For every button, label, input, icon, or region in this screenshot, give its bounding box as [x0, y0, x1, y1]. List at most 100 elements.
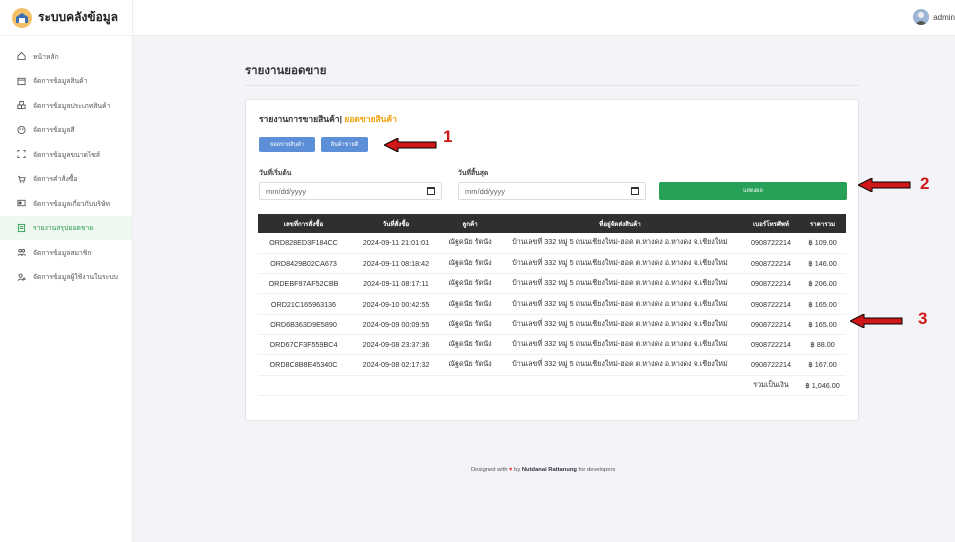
- user-menu[interactable]: admin: [913, 9, 955, 25]
- order-id-cell: ORD21C16596313​6: [270, 299, 337, 309]
- table-row: ORD21C16596313​6 2024-09-10 00:42:55 ณัฐดน…: [258, 294, 846, 315]
- start-date-label: วันที่เริ่มต้น: [259, 170, 292, 177]
- col-phone: เบอร์โทรศัพท์: [753, 220, 789, 228]
- table-body: ORD828ED3F184CC 2024-09-11 21:01:01 ณัฐดนั…: [258, 233, 846, 396]
- sidebar-nav: หน้าหลักจัดการข้อมูลสินค้าจัดการข้อมูลปร…: [0, 36, 132, 289]
- customer-cell: ณัฐดนัย รัตนัง: [448, 237, 492, 247]
- order-id-cell: ORDEBF97AF52CBB: [268, 279, 339, 289]
- annotation-arrow-3: [850, 314, 903, 328]
- col-order-date: วันที่สั่งซื้อ: [382, 220, 410, 228]
- palette-icon: [17, 125, 26, 134]
- total-cell: ฿ 165.00: [808, 299, 837, 309]
- col-address: ที่อยู่จัดส่งสินค้า: [599, 220, 641, 228]
- sidebar-item-1[interactable]: จัดการข้อมูลสินค้า: [0, 69, 132, 94]
- footer-prefix: Designed with: [471, 467, 508, 473]
- sidebar-item-label: จัดการคำสั่งซื้อ: [33, 176, 78, 184]
- sidebar-item-6[interactable]: จัดการข้อมูลเกี่ยวกับบริษัท: [0, 191, 132, 216]
- customer-cell: ณัฐดนัย รัตนัง: [448, 359, 492, 369]
- cart-icon: [17, 174, 26, 183]
- company-icon: [17, 199, 26, 208]
- total-cell: ฿ 88.00: [810, 340, 835, 350]
- sidebar-item-8[interactable]: จัดการข้อมูลสมาชิก: [0, 240, 132, 265]
- annotation-number-1: 1: [443, 127, 453, 146]
- sidebar-item-4[interactable]: จัดการข้อมูลขนาดไซส์: [0, 142, 132, 167]
- total-value: ฿ 1,046.00: [805, 380, 840, 390]
- report-card: รายงานการขายสินค้า| ยอดขายสินค้า ยอดขายส…: [245, 99, 859, 421]
- order-date-cell: 2024-09-08 23:37:36: [362, 340, 430, 350]
- phone-cell: 0908722214: [751, 279, 791, 289]
- home-icon: [17, 52, 26, 61]
- address-cell: บ้านเลขที่ 332 หมู่ 5 ถนนเชียงใหม่-ฮอด ต…: [512, 237, 728, 247]
- sidebar-item-2[interactable]: จัดการข้อมูลประเภทสินค้า: [0, 93, 132, 118]
- order-date-cell: 2024-09-10 00:42:55: [362, 299, 430, 309]
- total-row: รวมเป็นเงิน ฿ 1,046.00: [258, 375, 846, 396]
- order-date-cell: 2024-09-11 08:18:42: [362, 258, 430, 268]
- calendar-icon[interactable]: [631, 187, 639, 195]
- sidebar-item-5[interactable]: จัดการคำสั่งซื้อ: [0, 167, 132, 192]
- footer-by: by: [514, 467, 521, 473]
- sidebar-item-0[interactable]: หน้าหลัก: [0, 44, 132, 69]
- annotation-arrow-2: [858, 178, 911, 192]
- total-cell: ฿ 206.00: [808, 279, 837, 289]
- members-icon: [17, 248, 26, 257]
- end-date-input[interactable]: mm/dd/yyyy: [458, 182, 646, 200]
- customer-cell: ณัฐดนัย รัตนัง: [448, 278, 492, 288]
- phone-cell: 0908722214: [751, 319, 791, 329]
- phone-cell: 0908722214: [751, 340, 791, 350]
- end-date-placeholder: mm/dd/yyyy: [465, 186, 506, 196]
- bestseller-button[interactable]: สินค้าขายดี: [321, 137, 368, 152]
- sales-report-button[interactable]: ยอดขายสินค้า: [259, 137, 315, 152]
- table-row: ORD8429B02CA673 2024-09-11 08:18:42 ณัฐดนั…: [258, 253, 846, 274]
- customer-cell: ณัฐดนัย รัตนัง: [448, 318, 492, 328]
- address-cell: บ้านเลขที่ 332 หมู่ 5 ถนนเชียงใหม่-ฮอด ต…: [512, 318, 728, 328]
- order-date-cell: 2024-09-08 02:17:32: [362, 360, 430, 370]
- total-label: รวมเป็นเงิน: [753, 379, 789, 389]
- order-id-cell: ORD6B363D9E5890: [270, 319, 337, 329]
- order-date-cell: 2024-09-09 00:09:55: [362, 319, 430, 329]
- annotation-number-3: 3: [918, 309, 928, 328]
- total-cell: ฿ 165.00: [808, 319, 837, 329]
- footer-author-link[interactable]: Nutdanai Rattanung: [522, 467, 577, 473]
- phone-cell: 0908722214: [751, 360, 791, 370]
- table-row: ORDEBF97AF52CBB 2024-09-11 08:17:11 ณัฐดนั…: [258, 274, 846, 294]
- start-date-input[interactable]: mm/dd/yyyy: [259, 182, 442, 200]
- phone-cell: 0908722214: [751, 258, 791, 268]
- order-id-cell: ORD828ED3F184CC: [269, 238, 338, 248]
- sidebar-item-label: จัดการข้อมูลขนาดไซส์: [33, 151, 101, 159]
- boxes-icon: [17, 101, 26, 110]
- table-row: ORD828ED3F184CC 2024-09-11 21:01:01 ณัฐดนั…: [258, 233, 846, 254]
- sidebar-item-3[interactable]: จัดการข้อมูลสี: [0, 118, 132, 143]
- card-title: รายงานการขายสินค้า| ยอดขายสินค้า: [259, 112, 397, 126]
- start-date-placeholder: mm/dd/yyyy: [266, 186, 307, 196]
- customer-cell: ณัฐดนัย รัตนัง: [448, 298, 492, 308]
- sidebar-item-label: จัดการข้อมูลสมาชิก: [33, 249, 92, 257]
- col-order-id: เลขที่การสั่งซื้อ: [283, 220, 324, 228]
- title-divider: [245, 85, 859, 86]
- user-admin-icon: [17, 272, 26, 281]
- warehouse-logo-icon: [12, 7, 32, 28]
- report-icon: [17, 223, 26, 232]
- card-title-highlight: ยอดขายสินค้า: [344, 114, 397, 124]
- order-date-cell: 2024-09-11 21:01:01: [362, 238, 430, 248]
- sidebar-item-label: จัดการข้อมูลเกี่ยวกับบริษัท: [33, 200, 110, 208]
- show-button[interactable]: แสดงผล: [659, 182, 847, 200]
- order-id-cell: ORD8429B02CA673: [270, 258, 337, 268]
- col-total: ราคารวม: [809, 220, 836, 228]
- brand-title: ระบบคลังข้อมูล: [38, 10, 119, 24]
- sidebar-item-9[interactable]: จัดการข้อมูลผู้ใช้งานในระบบ: [0, 265, 132, 290]
- annotation-arrow-1: [384, 138, 437, 152]
- avatar: [913, 9, 930, 25]
- order-id-cell: ORD67CF3F559BC4: [269, 340, 338, 350]
- calendar-icon[interactable]: [427, 187, 435, 195]
- sidebar-item-label: จัดการข้อมูลประเภทสินค้า: [33, 102, 111, 110]
- sales-table: เลขที่การสั่งซื้อ วันที่สั่งซื้อ ลูกค้า …: [258, 214, 846, 396]
- customer-cell: ณัฐดนัย รัตนัง: [448, 257, 492, 267]
- sidebar-item-7[interactable]: รายงานสรุปยอดขาย: [0, 215, 132, 240]
- sidebar: ระบบคลังข้อมูล หน้าหลักจัดการข้อมูลสินค้…: [0, 0, 133, 542]
- sidebar-item-label: จัดการข้อมูลสินค้า: [33, 78, 88, 86]
- card-title-text: รายงานการขายสินค้า: [259, 114, 340, 124]
- address-cell: บ้านเลขที่ 332 หมู่ 5 ถนนเชียงใหม่-ฮอด ต…: [512, 359, 728, 369]
- address-cell: บ้านเลขที่ 332 หมู่ 5 ถนนเชียงใหม่-ฮอด ต…: [512, 278, 728, 288]
- total-spacer: [258, 375, 743, 395]
- brand[interactable]: ระบบคลังข้อมูล: [0, 0, 132, 36]
